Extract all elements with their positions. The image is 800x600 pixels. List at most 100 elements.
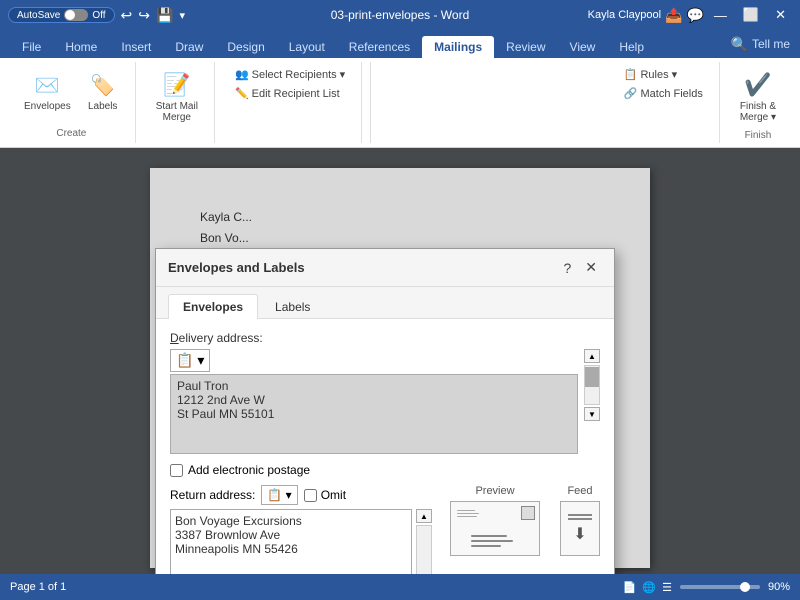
- undo-icon[interactable]: ↩: [121, 7, 133, 24]
- return-label-row: Return address: 📋 ▾ Omit: [170, 485, 432, 505]
- tab-layout[interactable]: Layout: [277, 36, 337, 58]
- start-mail-merge-button[interactable]: 📝 Start MailMerge: [150, 66, 204, 126]
- status-right: 📄 🌐 ☰ 90%: [623, 581, 790, 594]
- restore-button[interactable]: ⬜: [737, 5, 765, 25]
- search-icon[interactable]: 🔍: [731, 36, 748, 53]
- zoom-level: 90%: [768, 581, 790, 593]
- envelopes-labels-dialog: Envelopes and Labels ? ✕ Envelopes Label…: [155, 248, 615, 574]
- tab-mailings[interactable]: Mailings: [422, 36, 494, 58]
- edit-list-icon: ✏️: [235, 87, 249, 100]
- return-scroll-track: [416, 525, 432, 574]
- ribbon-tabs: File Home Insert Draw Design Layout Refe…: [0, 30, 800, 58]
- return-address-icon-btn[interactable]: 📋 ▾: [261, 485, 297, 505]
- feed-box: ⬇: [560, 501, 600, 556]
- delivery-scroll-up[interactable]: ▲: [584, 349, 600, 363]
- preview-label: Preview: [475, 485, 514, 497]
- quick-access-dropdown[interactable]: ▾: [179, 9, 185, 22]
- return-and-preview-row: Return address: 📋 ▾ Omit Bon Voyage Excu…: [170, 485, 600, 574]
- ribbon-group-finish: ✔️ Finish &Merge ▾ Finish: [724, 62, 792, 143]
- omit-label[interactable]: Omit: [321, 488, 346, 502]
- view-print-icon[interactable]: 📄: [623, 581, 637, 594]
- rules-button[interactable]: 📋 Rules ▾: [618, 66, 709, 83]
- delivery-line-2: [471, 540, 513, 542]
- dialog-content: Delivery address: 📋 ▾ Paul Tron 1212 2nd…: [156, 319, 614, 574]
- match-fields-button[interactable]: 🔗 Match Fields: [618, 85, 709, 102]
- envelopes-label: Envelopes: [24, 101, 71, 112]
- return-scrollbar: ▲ ▼: [416, 509, 432, 574]
- delivery-scroll-track: [584, 365, 600, 405]
- electronic-postage-label[interactable]: Add electronic postage: [188, 463, 310, 477]
- quick-save-icon[interactable]: 💾: [156, 7, 173, 24]
- zoom-slider[interactable]: [680, 585, 760, 589]
- autosave-label: AutoSave: [17, 10, 60, 21]
- labels-button[interactable]: 🏷️ Labels: [81, 66, 125, 115]
- tab-draw[interactable]: Draw: [163, 36, 215, 58]
- start-merge-icon: 📝: [161, 69, 193, 101]
- finish-merge-button[interactable]: ✔️ Finish &Merge ▾: [734, 66, 782, 126]
- tab-insert[interactable]: Insert: [109, 36, 163, 58]
- labels-label: Labels: [88, 101, 117, 112]
- omit-checkbox[interactable]: [304, 489, 317, 502]
- redo-icon[interactable]: ↪: [138, 7, 150, 24]
- electronic-postage-checkbox[interactable]: [170, 464, 183, 477]
- autosave-state: Off: [92, 10, 105, 21]
- delivery-scroll-down[interactable]: ▼: [584, 407, 600, 421]
- autosave-toggle[interactable]: AutoSave Off: [8, 7, 115, 23]
- dialog-close-button[interactable]: ✕: [580, 257, 602, 278]
- title-bar-left: AutoSave Off ↩ ↪ 💾 ▾: [8, 7, 185, 24]
- delivery-address-container: 📋 ▾ Paul Tron 1212 2nd Ave W St Paul MN …: [170, 349, 578, 457]
- return-address-input[interactable]: Bon Voyage Excursions 3387 Brownlow Ave …: [170, 509, 412, 574]
- return-address-lines: [457, 510, 479, 517]
- edit-list-button[interactable]: ✏️ Edit Recipient List: [229, 85, 351, 102]
- autosave-switch[interactable]: [64, 9, 88, 21]
- tab-home[interactable]: Home: [53, 36, 109, 58]
- page-info: Page 1 of 1: [10, 581, 66, 593]
- dialog-tabs: Envelopes Labels: [156, 287, 614, 319]
- delivery-address-row: 📋 ▾ Paul Tron 1212 2nd Ave W St Paul MN …: [170, 349, 600, 457]
- view-web-icon[interactable]: 🌐: [642, 581, 656, 594]
- delivery-scrollbar: ▲ ▼: [584, 349, 600, 421]
- view-icons: 📄 🌐 ☰: [623, 581, 672, 594]
- close-button[interactable]: ✕: [769, 5, 792, 25]
- select-recipients-button[interactable]: 👥 Select Recipients ▾: [229, 66, 351, 83]
- dialog-help-button[interactable]: ?: [558, 257, 576, 278]
- return-address-label: Return address:: [170, 488, 255, 502]
- dialog-tab-envelopes[interactable]: Envelopes: [168, 294, 258, 319]
- preview-feed-inner: Preview: [450, 485, 600, 556]
- feed-line-2: [568, 518, 592, 520]
- tab-file[interactable]: File: [10, 36, 53, 58]
- tab-design[interactable]: Design: [215, 36, 276, 58]
- tab-references[interactable]: References: [337, 36, 422, 58]
- delivery-address-icon-btn[interactable]: 📋 ▾: [170, 349, 210, 372]
- return-address-section: Return address: 📋 ▾ Omit Bon Voyage Excu…: [170, 485, 432, 574]
- dialog-tab-labels[interactable]: Labels: [260, 294, 325, 319]
- preview-feed-section: Preview: [440, 485, 600, 556]
- tell-me-label[interactable]: Tell me: [752, 37, 790, 51]
- preview-section: Preview: [450, 485, 540, 556]
- tab-view[interactable]: View: [558, 36, 608, 58]
- minimize-button[interactable]: —: [708, 6, 733, 25]
- title-bar-right: Kayla Claypool 📤 💬 — ⬜ ✕: [588, 5, 792, 25]
- dialog-title-buttons: ? ✕: [558, 257, 602, 278]
- view-outline-icon[interactable]: ☰: [662, 581, 672, 594]
- delivery-address-input[interactable]: Paul Tron 1212 2nd Ave W St Paul MN 5510…: [170, 374, 578, 454]
- delivery-line-3: [471, 545, 501, 547]
- delivery-address-label: Delivery address:: [170, 331, 600, 345]
- window-title: 03-print-envelopes - Word: [331, 8, 470, 22]
- comments-icon[interactable]: 💬: [686, 7, 703, 24]
- rules-icon: 📋: [624, 68, 638, 81]
- return-line-1: [457, 510, 475, 511]
- share-icon[interactable]: 📤: [665, 7, 682, 24]
- delivery-address-lines: [471, 535, 513, 547]
- return-scroll-up[interactable]: ▲: [416, 509, 432, 523]
- tab-labels-label: L: [275, 300, 282, 314]
- match-fields-icon: 🔗: [624, 87, 638, 100]
- tab-help[interactable]: Help: [607, 36, 656, 58]
- envelopes-button[interactable]: ✉️ Envelopes: [18, 66, 77, 115]
- tab-review[interactable]: Review: [494, 36, 557, 58]
- ribbon-group-preview: 📋 Rules ▾ 🔗 Match Fields: [608, 62, 720, 143]
- electronic-postage-row: Add electronic postage: [170, 463, 600, 477]
- feed-section: Feed ⬇: [560, 485, 600, 556]
- stamp-area: [521, 506, 535, 520]
- delivery-scroll-thumb: [585, 367, 599, 387]
